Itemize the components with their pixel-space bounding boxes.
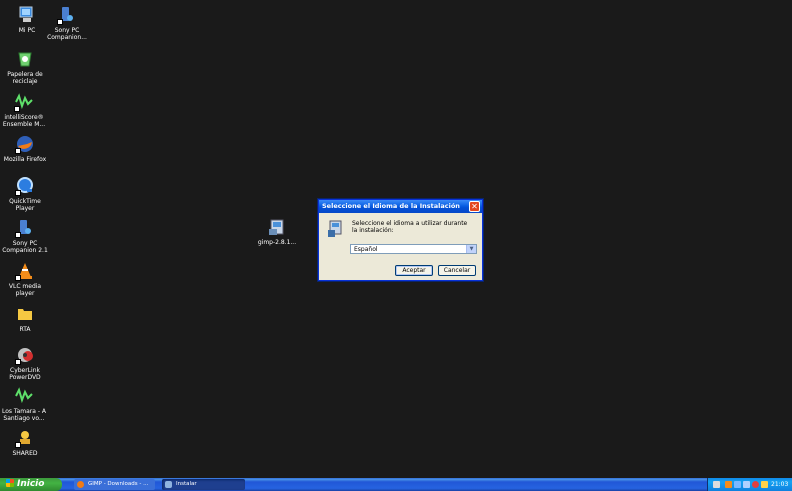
- clock[interactable]: 21:03: [771, 478, 788, 491]
- recycle-bin-icon: [15, 49, 35, 69]
- desktop-icon-label: QuickTime Player: [9, 198, 41, 212]
- shortcut-arrow-icon: [14, 106, 20, 112]
- shortcut-arrow-icon: [15, 190, 21, 196]
- shared-folder-icon: [15, 428, 35, 448]
- desktop-icon-label: RTA: [19, 326, 31, 333]
- firefox-icon: [15, 134, 35, 154]
- update-icon[interactable]: [761, 481, 768, 488]
- keyboard-icon[interactable]: [713, 481, 720, 488]
- desktop-icon-label: CyberLink PowerDVD: [9, 367, 41, 381]
- desktop-icon-label: Sony PC Companion 2.1: [2, 240, 48, 254]
- dialog-prompt: Seleccione el idioma a utilizar durante …: [352, 220, 468, 234]
- desktop-icon-powerdvd[interactable]: CyberLink PowerDVD: [2, 345, 48, 381]
- desktop-icon-label: Mozilla Firefox: [3, 156, 47, 163]
- language-dialog: Seleccione el Idioma de la Instalación ✕…: [318, 199, 483, 281]
- taskbar: Inicio GIMP - Downloads - ... Instalar 2…: [0, 478, 792, 491]
- desktop-icon-firefox[interactable]: Mozilla Firefox: [2, 134, 48, 163]
- desktop-icon-label: Sony PC Companion...: [47, 27, 87, 41]
- security-icon[interactable]: [752, 481, 759, 488]
- desktop-icon-sony-pc-companion[interactable]: Sony PC Companion...: [44, 5, 90, 41]
- shortcut-arrow-icon: [15, 359, 21, 365]
- vlc-cone-icon: [15, 261, 35, 281]
- shortcut-arrow-icon: [15, 148, 21, 154]
- language-select[interactable]: Español ▼: [350, 244, 477, 254]
- desktop-icon-shared[interactable]: SHARED: [2, 428, 48, 457]
- taskbar-button-instalar[interactable]: Instalar: [162, 479, 245, 490]
- desktop-icon-papelera[interactable]: Papelera de reciclaje: [2, 49, 48, 85]
- ok-button[interactable]: Aceptar: [395, 265, 433, 276]
- taskbar-button-label: GIMP - Downloads - ...: [88, 481, 149, 487]
- desktop-icon-label: VLC media player: [8, 283, 42, 297]
- shortcut-arrow-icon: [15, 275, 21, 281]
- windows-flag-icon: [6, 479, 14, 487]
- desktop-icon-rta[interactable]: RTA: [2, 304, 48, 333]
- installer-icon: [165, 481, 172, 488]
- close-button[interactable]: ✕: [469, 201, 480, 212]
- dialog-titlebar[interactable]: Seleccione el Idioma de la Instalación ✕: [319, 200, 482, 213]
- language-select-value: Español: [354, 246, 378, 253]
- desktop-icon-intelliscore[interactable]: intelliScore® Ensemble M...: [1, 92, 47, 128]
- shortcut-arrow-icon: [15, 442, 21, 448]
- setup-icon: [327, 220, 343, 238]
- desktop-icon-label: intelliScore® Ensemble M...: [2, 114, 46, 128]
- folder-icon: [15, 304, 35, 324]
- quicktime-icon: [15, 176, 35, 196]
- powerdvd-icon: [15, 345, 35, 365]
- desktop-icon-label: Papelera de reciclaje: [7, 71, 43, 85]
- firefox-icon: [77, 481, 84, 488]
- taskbar-button-gimp-downloads[interactable]: GIMP - Downloads - ...: [74, 479, 155, 490]
- vlc-tray-icon[interactable]: [725, 481, 732, 488]
- dialog-title: Seleccione el Idioma de la Instalación: [322, 202, 460, 210]
- network-icon[interactable]: [734, 481, 741, 488]
- desktop-icon-label: gimp-2.8.1...: [257, 239, 297, 246]
- desktop-icon-vlc[interactable]: VLC media player: [2, 261, 48, 297]
- installer-icon: [267, 217, 287, 237]
- cancel-button[interactable]: Cancelar: [438, 265, 476, 276]
- desktop-icon-quicktime[interactable]: QuickTime Player: [2, 176, 48, 212]
- intelliscore-icon: [14, 92, 34, 112]
- start-button[interactable]: Inicio: [0, 478, 62, 491]
- desktop-icon-sony-pc-companion-21[interactable]: Sony PC Companion 2.1: [2, 218, 48, 254]
- shortcut-arrow-icon: [57, 19, 63, 25]
- intelliscore-icon: [14, 386, 34, 406]
- computer-icon: [17, 5, 37, 25]
- taskbar-button-label: Instalar: [176, 481, 197, 487]
- system-tray: 21:03: [707, 478, 792, 491]
- start-label: Inicio: [17, 479, 45, 489]
- volume-icon[interactable]: [743, 481, 750, 488]
- desktop-icon-label: SHARED: [12, 450, 38, 457]
- sony-companion-icon: [57, 5, 77, 25]
- chevron-down-icon[interactable]: ▼: [466, 245, 476, 253]
- desktop-icon-gimp-installer[interactable]: gimp-2.8.1...: [254, 217, 300, 246]
- shortcut-arrow-icon: [15, 232, 21, 238]
- sony-companion-icon: [15, 218, 35, 238]
- desktop-icon-los-tamara[interactable]: Los Tamara - A Santiago vo...: [1, 386, 47, 422]
- desktop-icon-label: Los Tamara - A Santiago vo...: [1, 408, 47, 422]
